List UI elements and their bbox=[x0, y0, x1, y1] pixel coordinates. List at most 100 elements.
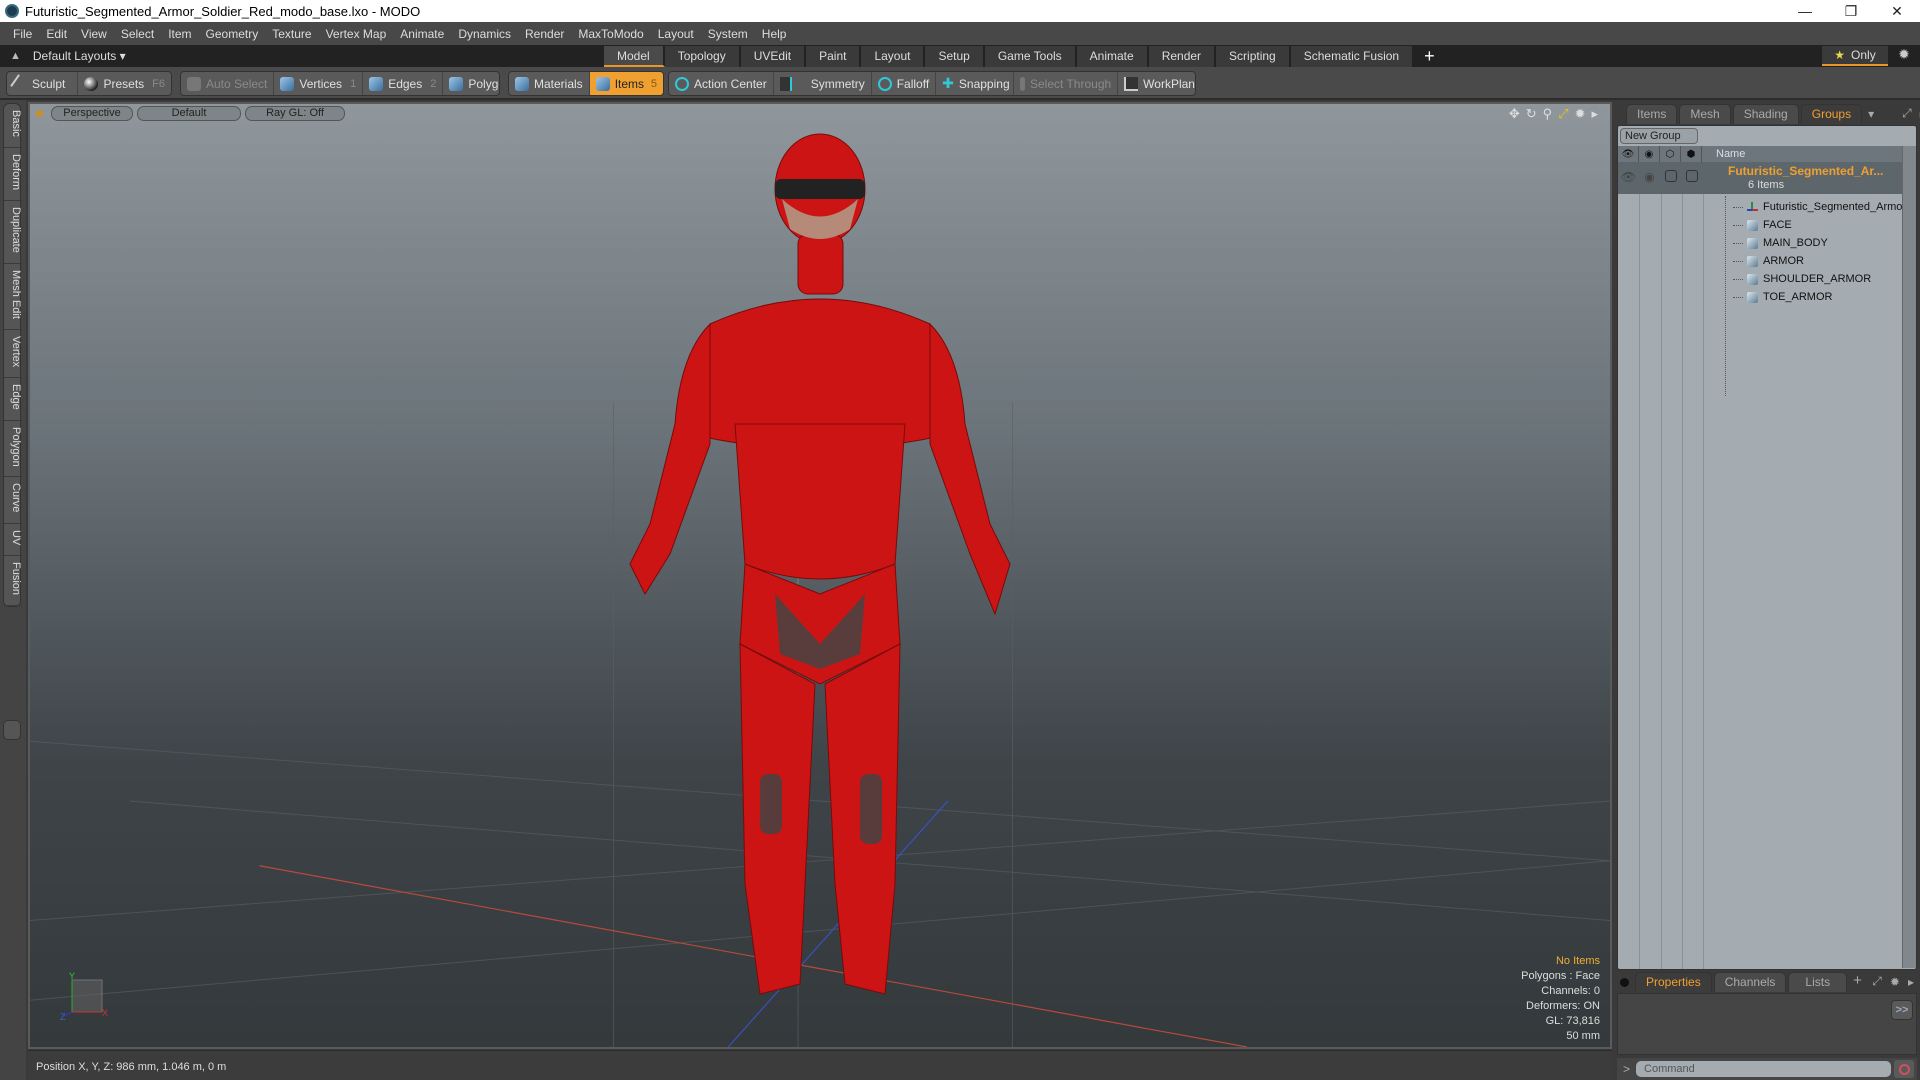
maximize-button[interactable]: ❐ bbox=[1828, 0, 1874, 22]
view-perspective-button[interactable]: Perspective bbox=[51, 105, 133, 121]
tab-scripting[interactable]: Scripting bbox=[1216, 46, 1291, 67]
menu-layout[interactable]: Layout bbox=[651, 27, 701, 41]
command-input[interactable]: Command bbox=[1636, 1061, 1891, 1077]
menu-vertex-map[interactable]: Vertex Map bbox=[319, 27, 394, 41]
tab-properties[interactable]: Properties bbox=[1635, 972, 1712, 992]
select-through-button[interactable]: Select Through bbox=[1014, 72, 1119, 95]
vtab-edge[interactable]: Edge bbox=[4, 378, 22, 421]
presets-button[interactable]: Presets F6 bbox=[78, 72, 171, 95]
polygons-button[interactable]: Polygons bbox=[443, 72, 499, 95]
default-layouts-dropdown[interactable]: ▲ Default Layouts ▾ bbox=[0, 49, 170, 63]
pan-icon[interactable]: ✥ bbox=[1509, 106, 1520, 122]
close-button[interactable]: ✕ bbox=[1874, 0, 1920, 22]
snapping-button[interactable]: ✚ Snapping bbox=[936, 72, 1015, 95]
zoom-icon[interactable]: ⚲ bbox=[1543, 106, 1553, 122]
vtab-custom[interactable] bbox=[3, 720, 21, 740]
list-item[interactable]: SHOULDER_ARMOR bbox=[1733, 270, 1871, 288]
tab-layout[interactable]: Layout bbox=[861, 46, 926, 67]
maximize-viewport-icon[interactable]: ⤢ bbox=[1558, 106, 1568, 122]
vtab-basic[interactable]: Basic bbox=[4, 104, 22, 148]
vtab-polygon[interactable]: Polygon bbox=[4, 421, 22, 478]
group-row[interactable]: 👁 ◉ Futuristic_Segmented_Ar... 6 Items bbox=[1618, 162, 1902, 194]
menu-dynamics[interactable]: Dynamics bbox=[451, 27, 518, 41]
vtab-vertex[interactable]: Vertex bbox=[4, 330, 22, 378]
expand-panel-icon[interactable]: ⤢ bbox=[1868, 974, 1886, 992]
more-button[interactable]: >> bbox=[1891, 1000, 1913, 1020]
expand-panel-icon[interactable]: ⤢ bbox=[1898, 106, 1916, 124]
lock-column-icon[interactable]: ⬡ bbox=[1660, 146, 1681, 162]
add-tab-button[interactable]: + bbox=[1414, 46, 1445, 67]
rotate-icon[interactable]: ↻ bbox=[1526, 106, 1537, 122]
name-column-header[interactable]: Name bbox=[1702, 148, 1745, 160]
menu-texture[interactable]: Texture bbox=[265, 27, 318, 41]
vtab-duplicate[interactable]: Duplicate bbox=[4, 201, 22, 264]
list-item[interactable]: Futuristic_Segmented_Armo... bbox=[1733, 198, 1912, 216]
menu-item[interactable]: Item bbox=[161, 27, 198, 41]
group-select-toggle[interactable] bbox=[1681, 170, 1702, 184]
menu-help[interactable]: Help bbox=[755, 27, 794, 41]
tab-shading[interactable]: Shading bbox=[1732, 104, 1799, 124]
select-column-icon[interactable]: ⬢ bbox=[1681, 146, 1702, 162]
tab-channels[interactable]: Channels bbox=[1713, 972, 1787, 992]
settings-gear-icon[interactable]: ✹ bbox=[1893, 46, 1915, 66]
list-item[interactable]: TOE_ARMOR bbox=[1733, 288, 1832, 306]
tab-mesh[interactable]: Mesh ... bbox=[1679, 104, 1731, 140]
list-item[interactable]: MAIN_BODY bbox=[1733, 234, 1828, 252]
panel-gear-icon[interactable]: ✹ bbox=[1886, 975, 1904, 992]
tab-lists[interactable]: Lists bbox=[1788, 972, 1848, 992]
list-item[interactable]: ARMOR bbox=[1733, 252, 1804, 270]
vertices-button[interactable]: Vertices 1 bbox=[274, 72, 364, 95]
3d-viewport[interactable]: Perspective Default Ray GL: Off ✥ ↻ ⚲ ⤢ … bbox=[28, 102, 1612, 1049]
falloff-button[interactable]: Falloff bbox=[872, 72, 937, 95]
edges-button[interactable]: Edges 2 bbox=[363, 72, 444, 95]
menu-maxtomodo[interactable]: MaxToModo bbox=[571, 27, 650, 41]
render-column-icon[interactable]: ◉ bbox=[1639, 146, 1660, 162]
vtab-mesh-edit[interactable]: Mesh Edit bbox=[4, 264, 22, 330]
collapse-up-icon[interactable]: ▲ bbox=[10, 50, 21, 62]
viewport-settings-icon[interactable]: ✹ bbox=[1575, 106, 1586, 122]
panel-menu-arrow-icon[interactable]: ▸ bbox=[1904, 975, 1918, 992]
group-lock-toggle[interactable] bbox=[1660, 170, 1681, 184]
tab-items[interactable]: Items bbox=[1626, 104, 1678, 124]
tabs-dropdown-icon[interactable]: ▾ bbox=[1864, 107, 1878, 124]
menu-edit[interactable]: Edit bbox=[39, 27, 74, 41]
workplane-button[interactable]: WorkPlane bbox=[1118, 72, 1195, 95]
tab-animate[interactable]: Animate bbox=[1076, 46, 1149, 67]
new-group-button[interactable]: New Group bbox=[1620, 128, 1698, 144]
tab-schematic-fusion[interactable]: Schematic Fusion bbox=[1290, 46, 1415, 67]
visibility-column-icon[interactable]: 👁 bbox=[1618, 146, 1639, 162]
add-panel-tab-icon[interactable]: + bbox=[1849, 972, 1866, 992]
menu-animate[interactable]: Animate bbox=[393, 27, 451, 41]
panel-menu-arrow-icon[interactable]: ▸ bbox=[1916, 107, 1920, 124]
menu-file[interactable]: File bbox=[6, 27, 39, 41]
group-render-icon[interactable]: ◉ bbox=[1639, 170, 1660, 184]
menu-view[interactable]: View bbox=[74, 27, 114, 41]
panel-dot-icon[interactable] bbox=[1620, 978, 1629, 987]
tab-setup[interactable]: Setup bbox=[925, 46, 985, 67]
group-visibility-icon[interactable]: 👁 bbox=[1618, 170, 1639, 184]
tab-render[interactable]: Render bbox=[1148, 46, 1217, 67]
vtab-fusion[interactable]: Fusion bbox=[4, 556, 22, 607]
menu-select[interactable]: Select bbox=[114, 27, 161, 41]
sculpt-button[interactable]: Sculpt bbox=[7, 72, 79, 95]
tab-uvedit[interactable]: UVEdit bbox=[740, 46, 807, 67]
menu-system[interactable]: System bbox=[701, 27, 755, 41]
vtab-curve[interactable]: Curve bbox=[4, 477, 22, 524]
shading-default-button[interactable]: Default bbox=[137, 105, 241, 121]
list-item[interactable]: FACE bbox=[1733, 216, 1792, 234]
materials-button[interactable]: Materials bbox=[509, 72, 590, 95]
tab-topology[interactable]: Topology bbox=[664, 46, 741, 67]
vtab-deform[interactable]: Deform bbox=[4, 148, 22, 201]
menu-geometry[interactable]: Geometry bbox=[199, 27, 266, 41]
tab-groups[interactable]: Groups bbox=[1800, 104, 1863, 124]
viewport-menu-arrow-icon[interactable]: ▸ bbox=[1591, 106, 1598, 122]
only-button[interactable]: ★ Only bbox=[1822, 46, 1888, 66]
tab-model[interactable]: Model bbox=[604, 46, 665, 67]
menu-render[interactable]: Render bbox=[518, 27, 571, 41]
viewport-status-dot[interactable] bbox=[36, 109, 43, 117]
tab-game-tools[interactable]: Game Tools bbox=[984, 46, 1077, 67]
action-center-button[interactable]: Action Center bbox=[669, 72, 774, 95]
vtab-uv[interactable]: UV bbox=[4, 524, 22, 557]
red-armor-soldier-model[interactable] bbox=[570, 124, 1110, 1014]
record-macro-button[interactable] bbox=[1894, 1060, 1914, 1078]
